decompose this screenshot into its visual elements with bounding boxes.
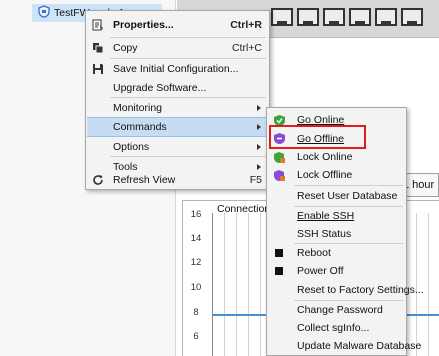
highlight-annotation-box bbox=[269, 125, 366, 149]
submenu-arrow-icon bbox=[257, 163, 261, 170]
properties-shortcut: Ctrl+R bbox=[230, 19, 262, 31]
y-tick: 14 bbox=[190, 233, 202, 244]
menu-item-reset-factory-settings[interactable]: Reset to Factory Settings... bbox=[268, 280, 424, 299]
monitoring-label: Monitoring bbox=[113, 101, 163, 114]
update-malware-label: Update Malware Database bbox=[297, 340, 422, 352]
menu-item-save-initial-configuration[interactable]: Save Initial Configuration... bbox=[87, 59, 268, 78]
firewall-icon bbox=[38, 5, 50, 21]
ssh-status-label: SSH Status bbox=[297, 228, 352, 240]
copy-label: Copy bbox=[113, 42, 138, 54]
menu-item-change-password[interactable]: Change Password bbox=[268, 301, 405, 319]
menu-item-monitoring[interactable]: Monitoring bbox=[87, 98, 268, 117]
menu-item-refresh-view[interactable]: Refresh View F5 bbox=[87, 170, 268, 189]
menu-item-update-malware-database[interactable]: Update Malware Database bbox=[268, 337, 421, 355]
menu-item-reboot[interactable]: Reboot bbox=[268, 244, 405, 262]
refresh-shortcut: F5 bbox=[249, 173, 262, 186]
port-icon bbox=[271, 8, 293, 26]
menu-item-ssh-status[interactable]: SSH Status bbox=[268, 225, 405, 243]
lock-offline-icon bbox=[272, 168, 286, 182]
submenu-arrow-icon bbox=[257, 124, 261, 130]
port-icon bbox=[401, 8, 423, 26]
properties-icon bbox=[91, 18, 105, 32]
menu-item-enable-ssh[interactable]: Enable SSH bbox=[268, 207, 405, 225]
port-icon bbox=[375, 8, 397, 26]
menu-item-commands[interactable]: Commands bbox=[87, 117, 268, 137]
menu-item-upgrade-software[interactable]: Upgrade Software... bbox=[87, 78, 268, 97]
y-tick: 12 bbox=[190, 257, 202, 268]
menu-item-lock-offline[interactable]: Lock Offline bbox=[268, 166, 405, 184]
y-tick: 6 bbox=[193, 331, 199, 342]
upgrade-label: Upgrade Software... bbox=[113, 81, 207, 94]
menu-item-power-off[interactable]: Power Off bbox=[268, 262, 405, 280]
lock-online-label: Lock Online bbox=[297, 151, 353, 163]
context-menu: Properties... Ctrl+R Copy Ctrl+C Save In… bbox=[85, 10, 270, 190]
properties-label: Properties... bbox=[113, 19, 174, 31]
refresh-label: Refresh View bbox=[113, 173, 176, 186]
reset-user-db-label: Reset User Database bbox=[297, 189, 398, 202]
reboot-icon bbox=[272, 246, 286, 260]
save-icon bbox=[91, 62, 105, 76]
power-off-icon bbox=[272, 264, 286, 278]
submenu-arrow-icon bbox=[257, 104, 261, 111]
port-icon bbox=[323, 8, 345, 26]
menu-item-collect-sginfo[interactable]: Collect sgInfo... bbox=[268, 319, 405, 337]
copy-shortcut: Ctrl+C bbox=[231, 42, 262, 54]
enable-ssh-label: Enable SSH bbox=[297, 210, 355, 222]
menu-item-reset-user-database[interactable]: Reset User Database bbox=[268, 186, 405, 205]
options-label: Options bbox=[113, 140, 150, 153]
power-off-label: Power Off bbox=[297, 265, 344, 277]
menu-item-options[interactable]: Options bbox=[87, 137, 268, 156]
lock-online-icon bbox=[272, 150, 286, 164]
change-password-label: Change Password bbox=[297, 304, 383, 316]
copy-icon bbox=[91, 41, 105, 55]
port-icon bbox=[349, 8, 371, 26]
reboot-label: Reboot bbox=[297, 247, 331, 259]
port-icon bbox=[297, 8, 319, 26]
y-tick: 10 bbox=[190, 282, 202, 293]
commands-label: Commands bbox=[113, 121, 167, 133]
lock-offline-label: Lock Offline bbox=[297, 169, 353, 181]
save-initial-label: Save Initial Configuration... bbox=[113, 62, 239, 75]
menu-item-lock-online[interactable]: Lock Online bbox=[268, 148, 405, 166]
menu-item-properties[interactable]: Properties... Ctrl+R bbox=[87, 15, 268, 35]
submenu-arrow-icon bbox=[257, 143, 261, 150]
y-tick: 8 bbox=[193, 307, 199, 318]
menu-item-copy[interactable]: Copy Ctrl+C bbox=[87, 38, 268, 58]
refresh-icon bbox=[91, 173, 105, 187]
reset-factory-label: Reset to Factory Settings... bbox=[297, 283, 424, 296]
y-tick: 16 bbox=[190, 209, 202, 220]
collect-sginfo-label: Collect sgInfo... bbox=[297, 322, 370, 334]
